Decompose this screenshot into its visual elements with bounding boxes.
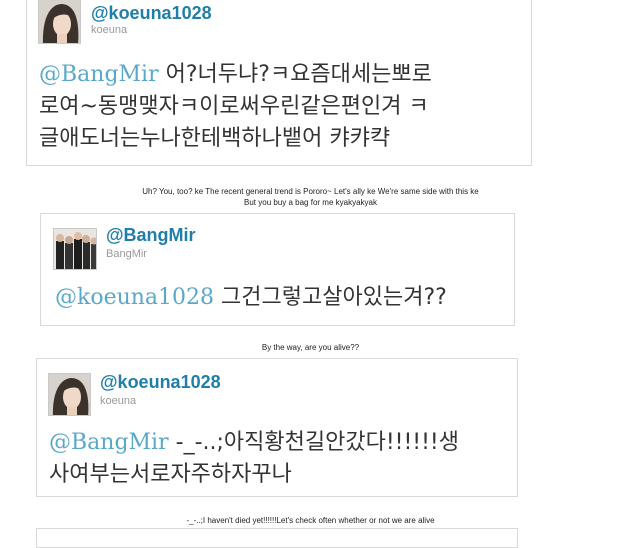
caption-line-1: By the way, are you alive??	[261, 343, 360, 352]
tweet-text: @BangMir -_-..;아직황천길안갔다!!!!!!생 사여부는서로자주하…	[49, 427, 459, 491]
tweet-card-1: @koeuna1028 koeuna @BangMir 어?너두냐?ㅋ요즘대세는…	[26, 0, 532, 166]
tweet-line-1: @BangMir 어?너두냐?ㅋ요즘대세는뽀로	[39, 59, 432, 91]
tweet-author-username[interactable]: BangMir	[106, 248, 147, 261]
tweet-line-1: @BangMir -_-..;아직황천길안갔다!!!!!!생	[49, 427, 459, 459]
tweet-author-username[interactable]: koeuna	[100, 395, 136, 408]
tweet-line-1: @koeuna1028 그건그렇고살아있는겨??	[55, 282, 447, 314]
avatar-photo-icon	[49, 374, 90, 415]
avatar-bangmir[interactable]	[53, 228, 97, 270]
tweet-author-handle[interactable]: @koeuna1028	[100, 372, 221, 392]
tweet-line-text: 어?너두냐?ㅋ요즘대세는뽀로	[165, 62, 432, 87]
tweet-card-4	[36, 528, 518, 548]
tweet-card-2: @BangMir BangMir @koeuna1028 그건그렇고살아있는겨?…	[40, 213, 515, 326]
tweet-line-3: 글애도너는누나한테백하나뱉어 캬캬캭	[39, 126, 391, 151]
avatar-group-photo-icon	[54, 229, 96, 269]
tweet-author-handle[interactable]: @koeuna1028	[91, 3, 212, 23]
caption-line-1: -_-..;I haven't died yet!!!!!!Let's chec…	[186, 516, 435, 525]
avatar-koeuna[interactable]	[48, 373, 91, 416]
tweet-line-2: 로여~동맹맺자ㅋ이로써우린같은편인겨 ㅋ	[39, 94, 429, 119]
mention-link[interactable]: @koeuna1028	[55, 285, 214, 310]
tweet-author-handle[interactable]: @BangMir	[106, 225, 196, 245]
tweet-line-2: 사여부는서로자주하자꾸나	[49, 462, 292, 487]
avatar-koeuna[interactable]	[38, 0, 81, 44]
mention-link[interactable]: @BangMir	[39, 62, 159, 87]
tweet-line-text: -_-..;아직황천길안갔다!!!!!!생	[175, 430, 459, 455]
translation-caption-1: Uh? You, too? ke The recent general tren…	[0, 186, 621, 208]
avatar-photo-icon	[39, 0, 80, 43]
tweet-line-text: 그건그렇고살아있는겨??	[221, 285, 447, 310]
tweet-card-3: @koeuna1028 koeuna @BangMir -_-..;아직황천길안…	[36, 358, 518, 497]
tweet-author-username[interactable]: koeuna	[91, 24, 127, 37]
tweet-text: @BangMir 어?너두냐?ㅋ요즘대세는뽀로 로여~동맹맺자ㅋ이로써우린같은편…	[39, 59, 432, 155]
mention-link[interactable]: @BangMir	[49, 430, 169, 455]
tweet-text: @koeuna1028 그건그렇고살아있는겨??	[55, 282, 447, 314]
translation-caption-2: By the way, are you alive??	[0, 342, 621, 353]
caption-line-1: Uh? You, too? ke The recent general tren…	[142, 187, 479, 196]
translation-caption-3: -_-..;I haven't died yet!!!!!!Let's chec…	[0, 515, 621, 526]
caption-line-2: But you buy a bag for me kyakyakyak	[244, 198, 377, 207]
